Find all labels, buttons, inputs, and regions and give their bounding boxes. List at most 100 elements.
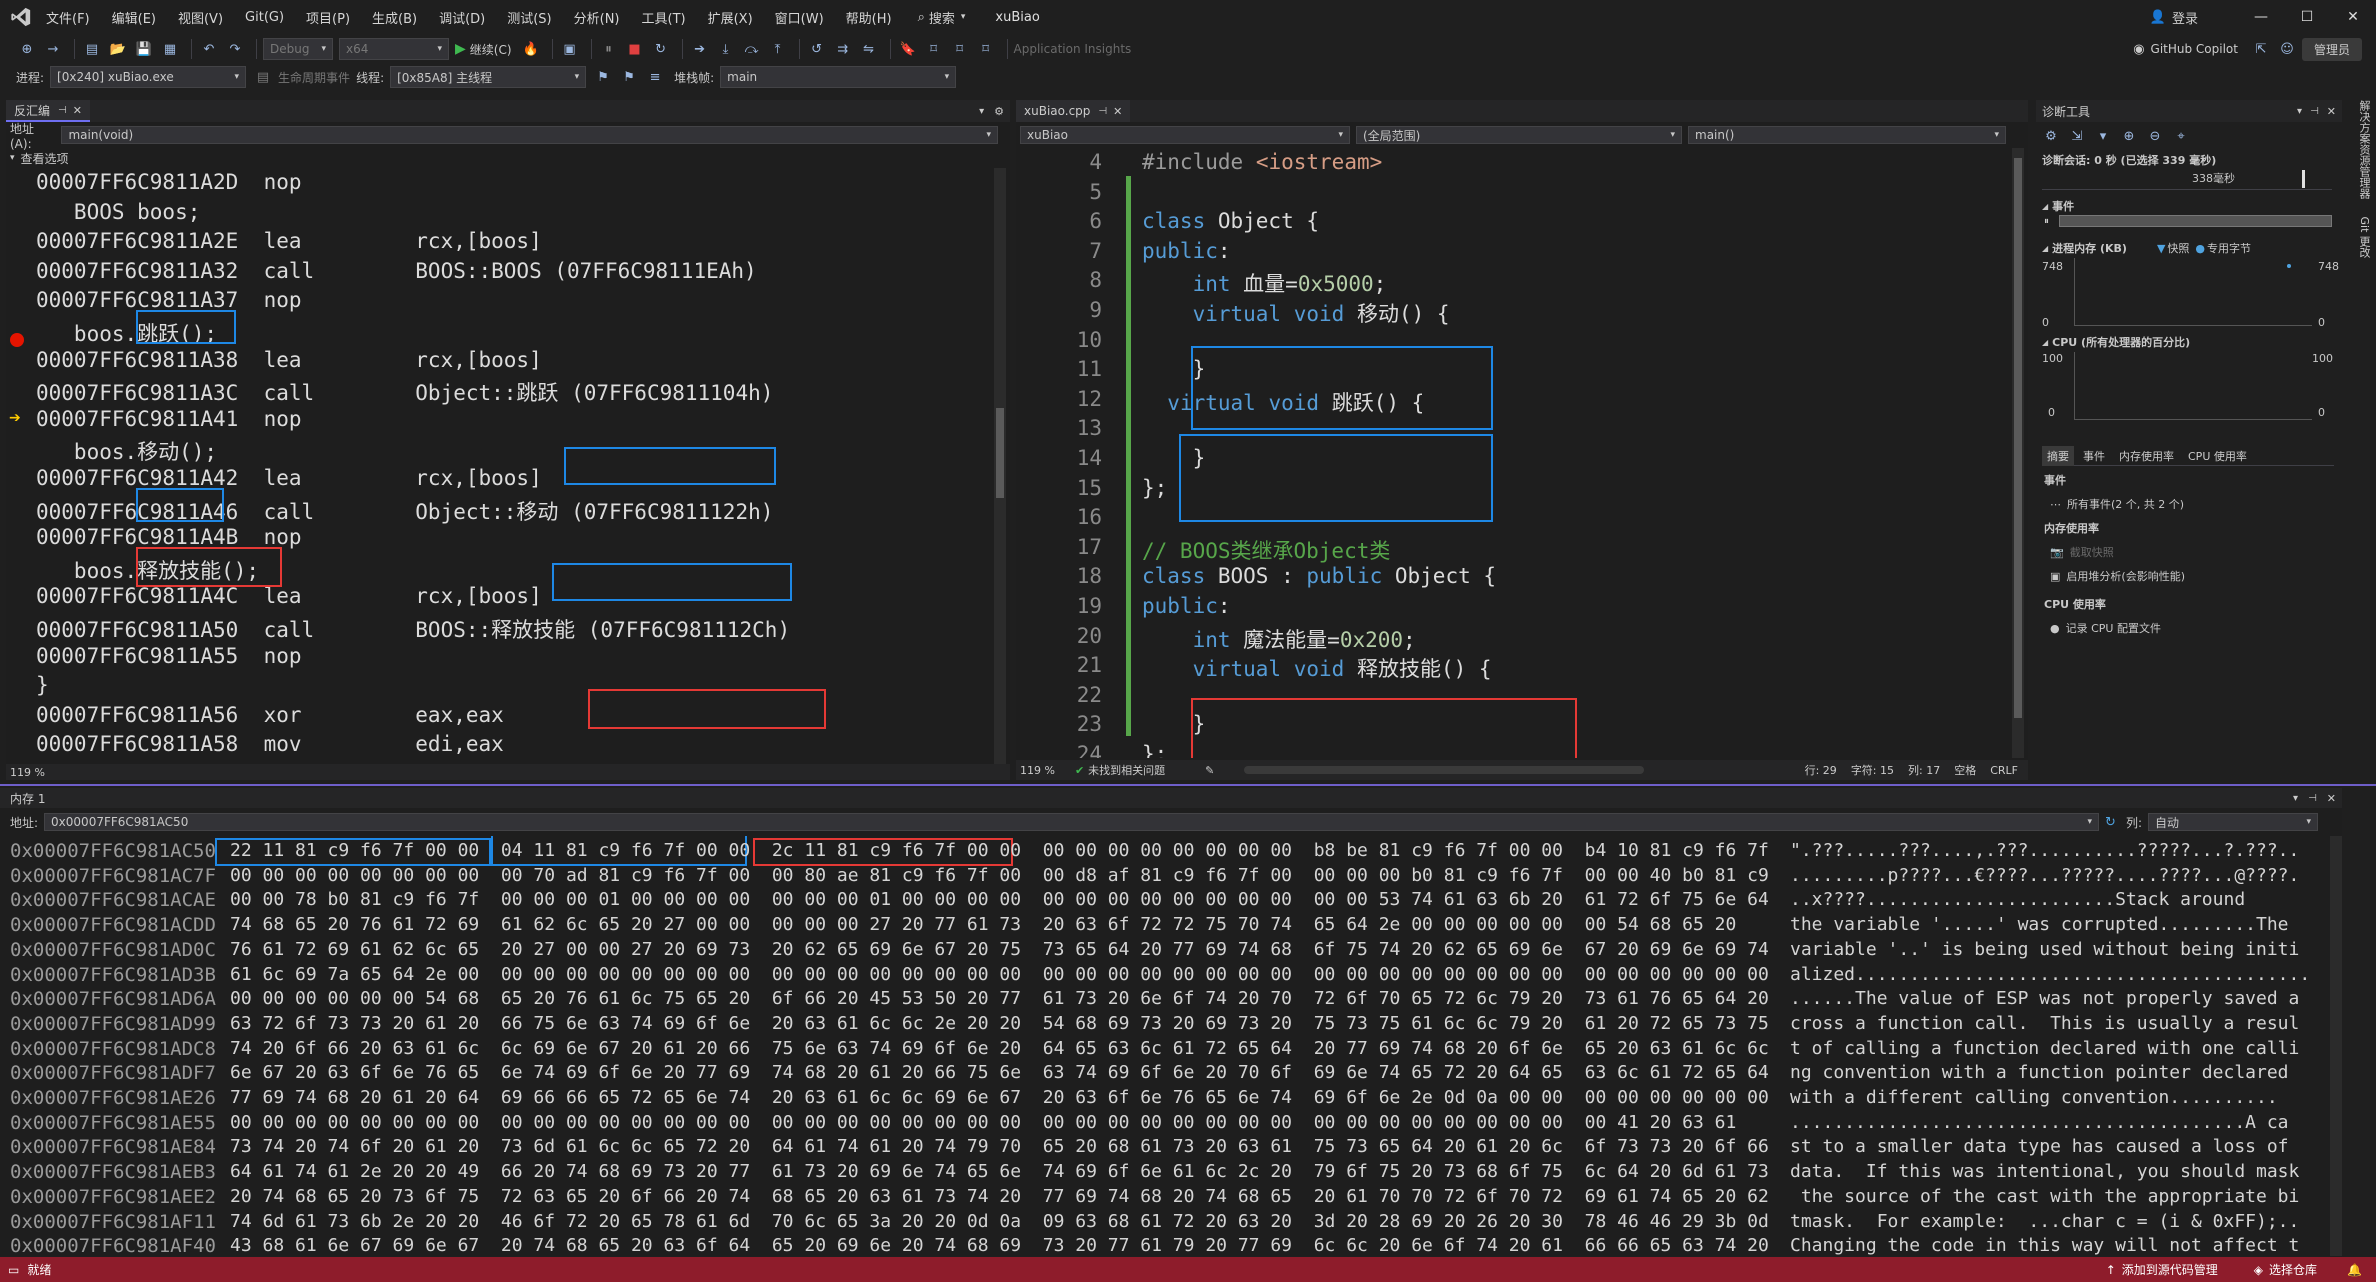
disassembly-line[interactable]: 00007FF6C9811A56 xor eax,eax — [36, 703, 504, 727]
memory-scrollbar[interactable] — [2330, 836, 2342, 1256]
disassembly-line[interactable]: 00007FF6C9811A41 nop — [36, 407, 302, 431]
github-copilot-button[interactable]: GitHub Copilot — [2151, 42, 2238, 56]
break-all-icon[interactable]: ⏸ — [598, 38, 620, 60]
code-line[interactable]: virtual void 移动() { — [1142, 298, 1450, 328]
new-project-icon[interactable]: ▤ — [81, 38, 103, 60]
editor-scrollbar[interactable] — [2012, 148, 2024, 758]
expand-icon[interactable]: ◢ — [2042, 202, 2048, 211]
layout-icon[interactable]: ▣ — [559, 38, 581, 60]
code-line[interactable]: class Object { — [1142, 209, 1319, 233]
gear-icon[interactable]: ⚙ — [994, 105, 1004, 118]
select-tools-icon[interactable]: ▾ — [2092, 125, 2114, 147]
cpu-graph[interactable] — [2074, 352, 2312, 420]
memory-hex[interactable]: 22 11 81 c9 f6 7f 00 00 04 11 81 c9 f6 7… — [230, 840, 1770, 865]
bookmark-next-icon[interactable]: ⌑ — [949, 38, 971, 60]
maximize-button[interactable]: ☐ — [2284, 0, 2330, 34]
expand-icon[interactable]: ◢ — [2042, 244, 2048, 253]
memory-ascii[interactable]: ng convention with a function pointer de… — [1790, 1062, 2320, 1087]
undo-icon[interactable]: ↶ — [198, 38, 220, 60]
menu-view[interactable]: 视图(V) — [178, 8, 223, 27]
memory-ascii[interactable]: alized..................................… — [1790, 964, 2320, 989]
record-cpu-button[interactable]: ● 记录 CPU 配置文件 — [2050, 620, 2161, 636]
code-line[interactable]: public: — [1142, 594, 1231, 618]
memory-hex[interactable]: 20 74 68 65 20 73 6f 75 72 63 65 20 6f 6… — [230, 1186, 1770, 1211]
continue-icon[interactable]: ▶ — [455, 41, 466, 57]
disassembly-scrollbar[interactable] — [994, 168, 1006, 764]
heap-profiling-button[interactable]: ▣ 启用堆分析(会影响性能) — [2050, 568, 2185, 584]
menu-git[interactable]: Git(G) — [245, 10, 284, 25]
pin-icon[interactable]: ⊣ — [58, 105, 67, 116]
memory-hex[interactable]: 73 74 20 74 6f 20 61 20 73 6d 61 6c 6c 6… — [230, 1136, 1770, 1161]
menu-debug[interactable]: 调试(D) — [439, 8, 485, 27]
disassembly-line[interactable]: 00007FF6C9811A2E lea rcx,[boos] — [36, 229, 542, 253]
redo-icon[interactable]: ↷ — [224, 38, 246, 60]
menu-help[interactable]: 帮助(H) — [846, 8, 892, 27]
step-into-icon[interactable]: ⤓ — [715, 38, 737, 60]
menu-analyze[interactable]: 分析(N) — [574, 8, 620, 27]
disassembly-line[interactable]: 00007FF6C9811A2D nop — [36, 170, 302, 194]
disassembly-line[interactable]: 00007FF6C9811A3C call Object::跳跃 (07FF6C… — [36, 377, 773, 407]
navigate-forward-icon[interactable]: → — [42, 38, 64, 60]
close-icon[interactable]: ✕ — [2327, 105, 2336, 118]
stop-debugging-icon[interactable]: ■ — [624, 38, 646, 60]
tab-solution-explorer[interactable]: 解决方案资源管理器 — [2358, 100, 2371, 199]
process-select[interactable]: [0x240] xuBiao.exe ▾ — [50, 66, 247, 88]
code-line[interactable]: int 魔法能量=0x200; — [1142, 624, 1416, 654]
memory-hex[interactable]: 00 00 00 00 00 00 54 68 65 20 76 61 6c 7… — [230, 988, 1770, 1013]
memory-hex[interactable]: 00 00 78 b0 81 c9 f6 7f 00 00 00 01 00 0… — [230, 889, 1770, 914]
thread-filter-icon[interactable]: ⚑ — [618, 66, 640, 88]
tab-summary[interactable]: 摘要 — [2042, 445, 2074, 466]
all-events-link[interactable]: ⋯ 所有事件(2 个, 共 2 个) — [2050, 496, 2184, 512]
events-track[interactable]: ⏸ — [2044, 214, 2332, 228]
lifecycle-icon[interactable]: ▤ — [252, 66, 274, 88]
menu-test[interactable]: 测试(S) — [507, 8, 551, 27]
col-indicator[interactable]: 列: 17 — [1908, 762, 1940, 778]
zoom-in-icon[interactable]: ⊕ — [2118, 125, 2140, 147]
expand-icon[interactable]: ◢ — [2042, 338, 2048, 347]
bookmark-icon[interactable]: 🔖 — [897, 38, 919, 60]
open-file-icon[interactable]: 📂 — [107, 38, 129, 60]
refresh-icon[interactable]: ↻ — [2105, 815, 2116, 830]
disassembly-line[interactable]: 00007FF6C9811A42 lea rcx,[boos] — [36, 466, 542, 490]
memory-hex[interactable]: 76 61 72 69 61 62 6c 65 20 27 00 00 27 2… — [230, 939, 1770, 964]
hex-display-icon[interactable]: ⇋ — [858, 38, 880, 60]
diag-timeline[interactable]: 338毫秒 — [2042, 168, 2332, 190]
hot-reload-icon[interactable]: 🔥 — [520, 38, 542, 60]
dropdown-icon[interactable]: ▾ — [2297, 106, 2302, 117]
show-next-statement-icon[interactable]: ➔ — [689, 38, 711, 60]
zoom-level[interactable]: 119 % — [10, 766, 45, 779]
address-input[interactable]: main(void) ▾ — [61, 126, 998, 144]
memory-ascii[interactable]: ......The value of ESP was not properly … — [1790, 988, 2320, 1013]
bookmark-prev-icon[interactable]: ⌑ — [923, 38, 945, 60]
memory-ascii[interactable]: tmask. For example: ...char c = (i & 0xF… — [1790, 1211, 2320, 1236]
line-indicator[interactable]: 行: 29 — [1805, 762, 1837, 778]
disassembly-line[interactable]: } — [36, 673, 49, 697]
disassembly-line[interactable]: 00007FF6C9811A50 call BOOS::释放技能 (07FF6C… — [36, 614, 790, 644]
search-box[interactable]: ⌕ 搜索 ▾ — [918, 8, 966, 27]
memory-hex[interactable]: 00 00 00 00 00 00 00 00 00 00 00 00 00 0… — [230, 1112, 1770, 1137]
view-options-toggle[interactable]: ▾ 查看选项 — [10, 149, 69, 167]
disassembly-line[interactable]: 00007FF6C9811A37 nop — [36, 288, 302, 312]
user-icon[interactable]: 👤 — [2150, 10, 2166, 25]
navigate-back-icon[interactable]: ⊕ — [16, 38, 38, 60]
menu-window[interactable]: 窗口(W) — [775, 8, 824, 27]
add-to-source-control-button[interactable]: 添加到源代码管理 — [2122, 1261, 2218, 1278]
breakpoint-icon[interactable] — [10, 333, 24, 347]
memory-ascii[interactable]: variable '..' is being used without bein… — [1790, 939, 2320, 964]
close-icon[interactable]: ✕ — [1113, 105, 1122, 118]
minimize-button[interactable]: — — [2238, 0, 2284, 34]
pin-icon[interactable]: ⊣ — [2308, 793, 2317, 804]
tab-xubiao-cpp[interactable]: xuBiao.cpp ⊣ ✕ — [1016, 100, 1131, 122]
gear-icon[interactable]: ⚙ — [2040, 125, 2062, 147]
configuration-select[interactable]: Debug ▾ — [263, 38, 333, 60]
step-forward-icon[interactable]: ⇉ — [832, 38, 854, 60]
save-all-icon[interactable]: ▦ — [159, 38, 181, 60]
bookmark-clear-icon[interactable]: ⌑ — [975, 38, 997, 60]
thread-select[interactable]: [0x85A8] 主线程 ▾ — [390, 66, 587, 88]
code-line[interactable]: #include <iostream> — [1142, 150, 1382, 174]
code-line[interactable]: int 血量=0x5000; — [1142, 268, 1387, 298]
reset-zoom-icon[interactable]: ⌖ — [2170, 125, 2192, 147]
memory-ascii[interactable]: the source of the cast with the appropri… — [1790, 1186, 2320, 1211]
memory-ascii[interactable]: t of calling a function declared with on… — [1790, 1038, 2320, 1063]
memory-hex[interactable]: 74 68 65 20 76 61 72 69 61 62 6c 65 20 2… — [230, 914, 1770, 939]
